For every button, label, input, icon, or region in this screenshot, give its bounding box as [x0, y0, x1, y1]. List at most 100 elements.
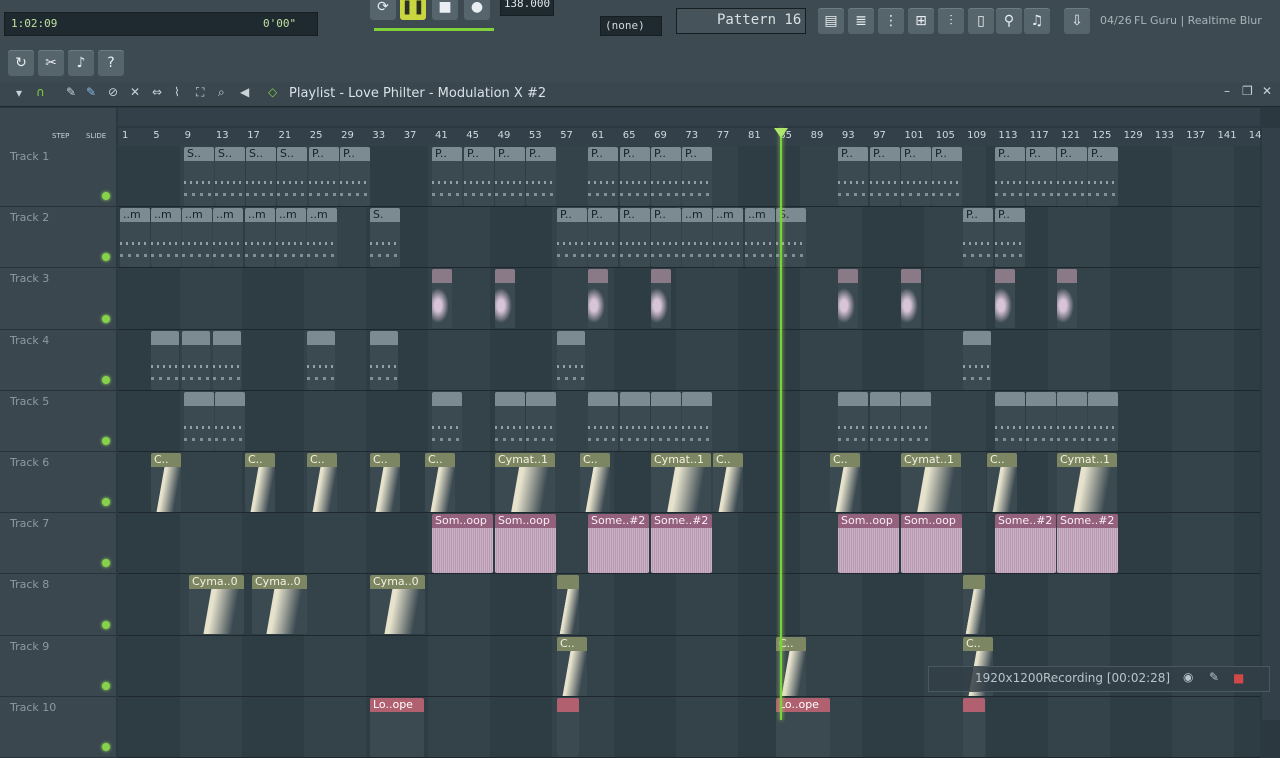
playlist-clip[interactable]: Lo..ope: [370, 697, 424, 757]
playlist-clip[interactable]: [1026, 391, 1056, 451]
playlist-clip[interactable]: Some..#2: [995, 514, 1056, 574]
playlist-clip[interactable]: Cyma..0: [252, 575, 307, 635]
track-enable-led[interactable]: [102, 498, 110, 507]
minimize-icon[interactable]: –: [1224, 84, 1230, 98]
playlist-clip[interactable]: Lo..ope: [776, 697, 830, 757]
playlist-clip[interactable]: P..: [682, 147, 712, 206]
speaker-icon[interactable]: ◀: [240, 85, 249, 99]
track-header[interactable]: Track 9: [0, 635, 116, 697]
track-header[interactable]: Track 5: [0, 390, 116, 452]
playlist-clip[interactable]: [1057, 391, 1087, 451]
track-lane[interactable]: [118, 696, 1260, 758]
playlist-clip[interactable]: [995, 269, 1015, 329]
playlist-clip[interactable]: Cymat..1: [651, 453, 711, 512]
playlist-clip[interactable]: C..: [987, 453, 1017, 512]
delete-icon[interactable]: ⊘: [108, 85, 118, 99]
playlist-clip[interactable]: P..: [557, 208, 587, 268]
playlist-clip[interactable]: C..: [557, 636, 587, 696]
maximize-icon[interactable]: ❐: [1242, 84, 1253, 98]
undo-icon[interactable]: ↻: [8, 50, 34, 76]
timeline-ruler[interactable]: 1 5 9 13 17 21 25 29 33 37 41 45 49 53 57 61 65 69 73 77 81 8…: [118, 128, 1268, 147]
loop-record-button[interactable]: ⟳: [370, 0, 396, 20]
playlist-clip[interactable]: [995, 391, 1025, 451]
track-lane[interactable]: [118, 329, 1260, 391]
playlist-clip[interactable]: [432, 269, 452, 329]
playlist-clip[interactable]: [588, 391, 618, 451]
playlist-clip[interactable]: P..: [651, 147, 681, 206]
track-header[interactable]: Track 10: [0, 696, 116, 758]
playlist-clip[interactable]: [151, 330, 179, 390]
playlist-clip[interactable]: [557, 575, 579, 635]
playlist-clip[interactable]: ..m: [151, 208, 181, 268]
playlist-clip[interactable]: [495, 391, 525, 451]
playlist-clip[interactable]: P..: [340, 147, 370, 206]
magnet-icon[interactable]: ∩: [36, 85, 45, 99]
eq-icon[interactable]: ⫶: [938, 8, 964, 34]
playlist-clip[interactable]: ..m: [276, 208, 306, 268]
tools-icon[interactable]: ♫: [1024, 8, 1050, 34]
playlist-clip[interactable]: C..: [713, 453, 743, 512]
playlist-clip[interactable]: [651, 391, 681, 451]
help-icon[interactable]: ?: [98, 50, 124, 76]
playlist-clip[interactable]: P..: [309, 147, 339, 206]
playlist-clip[interactable]: [182, 330, 210, 390]
playlist-clip[interactable]: [1088, 391, 1118, 451]
playlist-clip[interactable]: Some..#2: [588, 514, 649, 574]
playlist-clip[interactable]: [557, 697, 579, 757]
track-header[interactable]: Track 2: [0, 207, 116, 269]
playlist-clip[interactable]: S..: [184, 147, 214, 206]
playlist-clip[interactable]: [213, 330, 241, 390]
playlist-clip[interactable]: P..: [838, 147, 868, 206]
playlist-clip[interactable]: P..: [901, 147, 931, 206]
track-enable-led[interactable]: [102, 314, 110, 323]
playlist-clip[interactable]: P..: [588, 147, 618, 206]
playlist-clip[interactable]: C..: [307, 453, 337, 512]
track-enable-led[interactable]: [102, 742, 110, 751]
playlist-clip[interactable]: ..m: [745, 208, 775, 268]
playlist-clip[interactable]: ..m: [713, 208, 743, 268]
select-icon[interactable]: ⛶: [196, 85, 204, 100]
pencil-icon[interactable]: ✎: [66, 85, 76, 99]
playlist-clip[interactable]: [557, 330, 585, 390]
pattern-display[interactable]: Pattern 16: [676, 8, 806, 34]
zoom-icon[interactable]: ⌕: [218, 85, 225, 100]
playlist-clip[interactable]: Cymat..1: [495, 453, 555, 512]
cut-icon[interactable]: ✂: [38, 50, 64, 76]
playlist-icon[interactable]: ▤: [818, 8, 844, 34]
track-enable-led[interactable]: [102, 192, 110, 201]
playlist-clip[interactable]: [963, 697, 985, 757]
pause-button[interactable]: ❚❚: [400, 0, 426, 20]
playlist-clip[interactable]: Cymat..1: [901, 453, 961, 512]
slice-icon[interactable]: ⌇: [174, 85, 180, 99]
playlist-clip[interactable]: P..: [963, 208, 993, 268]
playlist-clip[interactable]: [588, 269, 608, 329]
playlist-clip[interactable]: P..: [1088, 147, 1118, 206]
playlist-clip[interactable]: Cyma..0: [370, 575, 425, 635]
arrows-icon[interactable]: ◇: [268, 85, 277, 99]
playlist-clip[interactable]: [370, 330, 398, 390]
track-enable-led[interactable]: [102, 253, 110, 262]
playlist-clip[interactable]: Som..oop: [432, 514, 493, 574]
playlist-clip[interactable]: [1057, 269, 1077, 329]
playlist-clip[interactable]: P..: [1057, 147, 1087, 206]
track-enable-led[interactable]: [102, 375, 110, 384]
track-enable-led[interactable]: [102, 681, 110, 690]
mute-icon[interactable]: ✕: [130, 85, 140, 99]
playlist-clip[interactable]: S..: [246, 147, 276, 206]
playlist-clip[interactable]: [495, 269, 515, 329]
playlist-clip[interactable]: Some..#2: [1057, 514, 1118, 574]
playlist-clip[interactable]: C..: [370, 453, 400, 512]
playlist-clip[interactable]: [651, 269, 671, 329]
vertical-scrollbar[interactable]: [1262, 128, 1280, 720]
playlist-clip[interactable]: C..: [151, 453, 181, 512]
playlist-clip[interactable]: [901, 391, 931, 451]
playlist-clip[interactable]: P..: [620, 208, 650, 268]
tempo-display[interactable]: 138.000: [500, 0, 554, 16]
mixer-icon[interactable]: ⊞: [908, 8, 934, 34]
playlist-clip[interactable]: C..: [830, 453, 860, 512]
playlist-clip[interactable]: S..: [215, 147, 245, 206]
track-enable-led[interactable]: [102, 559, 110, 568]
playlist-clip[interactable]: [682, 391, 712, 451]
record-button[interactable]: ●: [464, 0, 490, 20]
pen-icon[interactable]: ✎: [1209, 670, 1219, 684]
